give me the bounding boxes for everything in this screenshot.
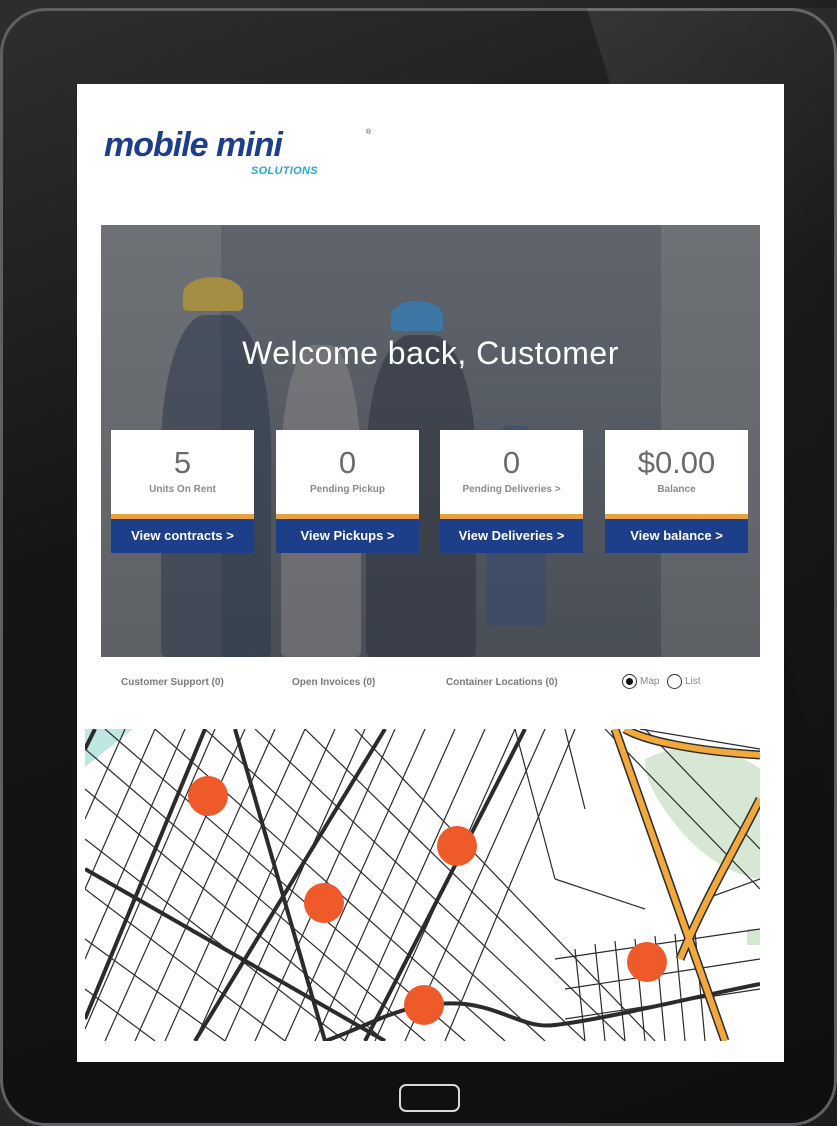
map-graphic bbox=[85, 729, 760, 1041]
map-park-small bbox=[747, 929, 760, 945]
stat-box: 0 Pending Deliveries > bbox=[440, 430, 583, 514]
logo-wordmark: mobile mini bbox=[104, 126, 283, 164]
customer-support-link[interactable]: Customer Support (0) bbox=[121, 677, 224, 688]
tablet-home-button[interactable] bbox=[399, 1084, 460, 1112]
stat-label: Pending Pickup bbox=[309, 484, 385, 495]
map-view-radio[interactable] bbox=[622, 674, 637, 689]
units-on-rent-card: 5 Units On Rent View contracts > bbox=[111, 430, 254, 553]
stat-box: 0 Pending Pickup bbox=[276, 430, 419, 514]
mobile-mini-logo[interactable]: mobile mini ® SOLUTIONS bbox=[104, 126, 371, 183]
logo-registered-mark: ® bbox=[366, 129, 372, 136]
container-locations-link[interactable]: Container Locations (0) bbox=[446, 677, 558, 688]
map-marker[interactable] bbox=[627, 942, 667, 982]
view-pickups-button[interactable]: View Pickups > bbox=[276, 519, 419, 553]
stat-label[interactable]: Pending Deliveries > bbox=[440, 484, 583, 495]
welcome-hero: Welcome back, Customer 5 Units On Rent V… bbox=[101, 225, 760, 657]
stat-label: Balance bbox=[657, 484, 696, 495]
list-view-label[interactable]: List bbox=[685, 676, 701, 687]
stat-label: Units On Rent bbox=[149, 484, 216, 495]
view-deliveries-button[interactable]: View Deliveries > bbox=[440, 519, 583, 553]
map-view-label[interactable]: Map bbox=[640, 676, 659, 687]
map-marker[interactable] bbox=[188, 776, 228, 816]
map-marker[interactable] bbox=[404, 985, 444, 1025]
pending-pickup-card: 0 Pending Pickup View Pickups > bbox=[276, 430, 419, 553]
open-invoices-link[interactable]: Open Invoices (0) bbox=[292, 677, 375, 688]
view-balance-button[interactable]: View balance > bbox=[605, 519, 748, 553]
logo-tagline: SOLUTIONS bbox=[251, 165, 318, 177]
stat-value: 5 bbox=[173, 445, 192, 480]
view-contracts-button[interactable]: View contracts > bbox=[111, 519, 254, 553]
dashboard-links: Customer Support (0) Open Invoices (0) C… bbox=[77, 674, 784, 694]
stat-box: 5 Units On Rent bbox=[111, 430, 254, 514]
stat-value: 0 bbox=[502, 445, 521, 480]
container-locations-map[interactable] bbox=[85, 729, 760, 1041]
stat-value: $0.00 bbox=[637, 445, 716, 480]
map-marker[interactable] bbox=[304, 883, 344, 923]
balance-card: $0.00 Balance View balance > bbox=[605, 430, 748, 553]
stat-value: 0 bbox=[338, 445, 357, 480]
pending-deliveries-card: 0 Pending Deliveries > View Deliveries > bbox=[440, 430, 583, 553]
welcome-heading: Welcome back, Customer bbox=[242, 335, 619, 371]
map-marker[interactable] bbox=[437, 826, 477, 866]
stat-box: $0.00 Balance bbox=[605, 430, 748, 514]
tablet-screen: mobile mini ® SOLUTIONS Welcome back, Cu… bbox=[77, 84, 784, 1062]
list-view-radio[interactable] bbox=[667, 674, 682, 689]
